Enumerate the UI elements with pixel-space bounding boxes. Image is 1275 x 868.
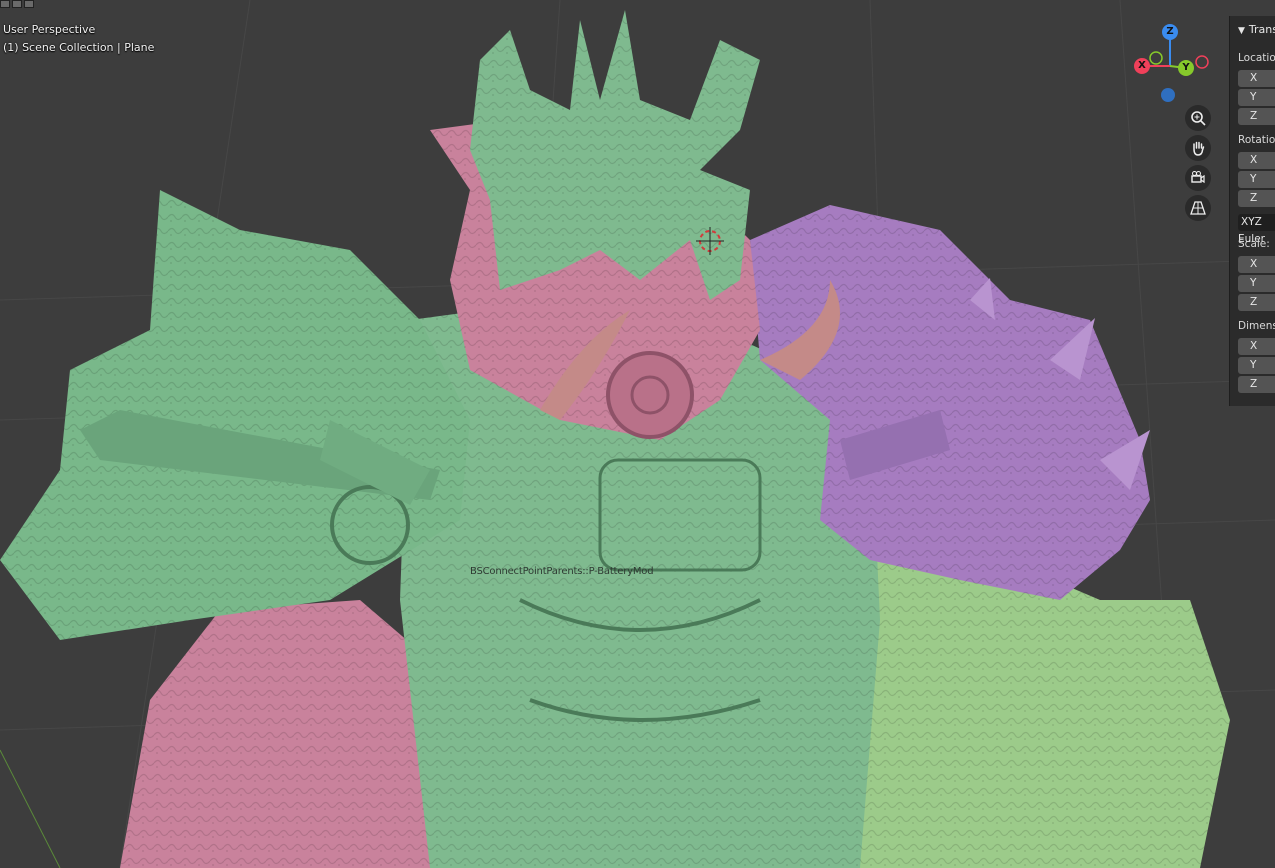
dimensions-z-field[interactable]: Z [1238,376,1275,393]
scale-label: Scale: [1238,238,1270,250]
navigation-gizmo[interactable]: Z X Y [1128,22,1212,108]
scale-x-field[interactable]: X [1238,256,1275,273]
3d-viewport[interactable]: User Perspective (1) Scene Collection | … [0,0,1275,868]
gizmo-x-axis[interactable]: X [1134,58,1150,74]
location-label: Location [1238,52,1275,64]
perspective-grid-icon-glyph [1190,201,1206,215]
camera-icon-glyph [1191,171,1205,184]
object-name-label: BSConnectPointParents::P-BatteryMod [470,566,654,577]
dimensions-x-field[interactable]: X [1238,338,1275,355]
toolbar-tab[interactable] [24,0,34,8]
transform-header-label: Transform [1248,23,1275,36]
collection-info-label: (1) Scene Collection | Plane [3,41,155,54]
hand-pan-icon[interactable] [1185,135,1211,161]
y-axis-line [0,749,61,868]
rotation-mode-select[interactable]: XYZ Euler [1238,214,1275,245]
location-z-field[interactable]: Z [1238,108,1275,125]
zoom-icon[interactable] [1185,105,1211,131]
rotation-y-field[interactable]: Y [1238,171,1275,188]
dimensions-y-field[interactable]: Y [1238,357,1275,374]
scene-render [0,0,1275,868]
transform-sidebar[interactable]: ▼Transform Location X Y Z Rotation X Y Z… [1229,16,1275,406]
dimensions-label: Dimensions [1238,320,1275,332]
camera-icon[interactable] [1185,165,1211,191]
view-mode-label: User Perspective [3,23,96,36]
toolbar-tab[interactable] [0,0,10,8]
gizmo-y-axis[interactable]: Y [1178,60,1194,76]
green-crown [470,10,760,300]
gizmo-z-axis[interactable]: Z [1162,24,1178,40]
green-left-pauldron [0,190,470,640]
zoom-icon-glyph [1191,111,1206,126]
perspective-grid-icon[interactable] [1185,195,1211,221]
gizmo-neg-z-axis[interactable] [1161,88,1175,102]
toolbar-tab[interactable] [12,0,22,8]
rotation-x-field[interactable]: X [1238,152,1275,169]
viewport-corner-toolbar[interactable] [0,0,44,8]
scale-y-field[interactable]: Y [1238,275,1275,292]
hand-pan-icon-glyph [1193,141,1205,156]
chevron-down-icon: ▼ [1238,26,1245,36]
transform-panel-header[interactable]: ▼Transform [1238,23,1275,36]
location-y-field[interactable]: Y [1238,89,1275,106]
scale-z-field[interactable]: Z [1238,294,1275,311]
location-x-field[interactable]: X [1238,70,1275,87]
rotation-label: Rotation [1238,134,1275,146]
rotation-z-field[interactable]: Z [1238,190,1275,207]
